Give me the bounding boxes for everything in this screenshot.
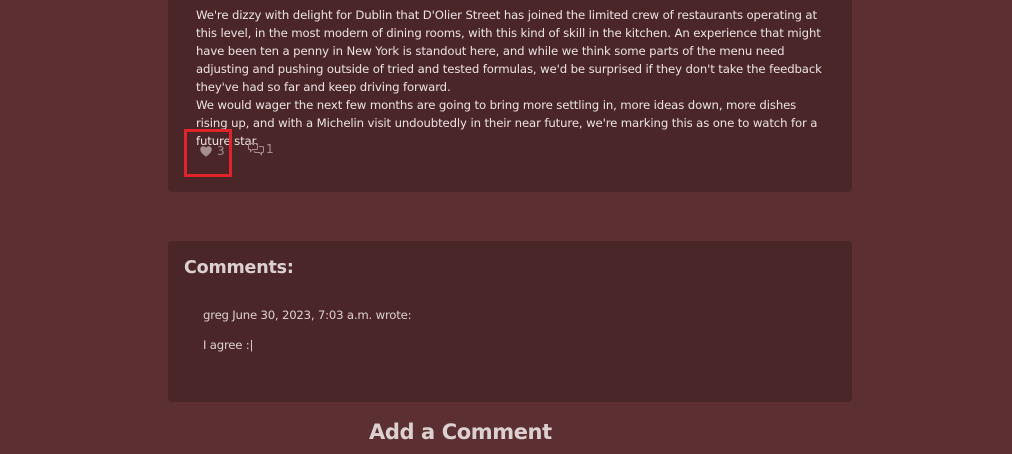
comment-count: 1 [266, 142, 274, 156]
post-card: We're dizzy with delight for Dublin that… [168, 0, 852, 192]
comment-meta: greg June 30, 2023, 7:03 a.m. wrote: [203, 308, 412, 322]
comment-text: I agree :| [203, 338, 254, 352]
like-count: 3 [217, 144, 225, 158]
comments-section: Comments: greg June 30, 2023, 7:03 a.m. … [168, 241, 852, 402]
heart-icon [200, 145, 212, 157]
comment-button[interactable]: 1 [248, 142, 274, 156]
add-comment-title: Add a Comment [369, 420, 552, 444]
post-actions: 3 1 [184, 129, 384, 181]
comments-title: Comments: [184, 258, 294, 278]
like-button[interactable]: 3 [200, 144, 225, 158]
comments-icon [248, 142, 264, 156]
post-paragraph: We're dizzy with delight for Dublin that… [196, 8, 822, 94]
